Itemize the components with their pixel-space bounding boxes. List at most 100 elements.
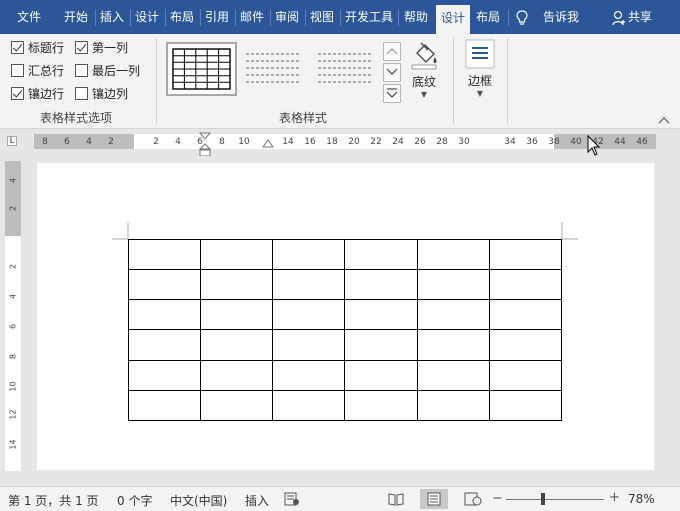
zoom-slider-track[interactable] — [506, 499, 604, 500]
ruler-tick-label: 20 — [348, 137, 360, 147]
header-row-checkbox[interactable]: 标题行 — [11, 38, 64, 56]
zoom-level[interactable]: 78% — [628, 492, 655, 506]
tab-file[interactable]: 文件 — [6, 7, 52, 28]
table-cell[interactable] — [200, 359, 274, 391]
web-layout-icon[interactable] — [464, 492, 482, 506]
table-cell[interactable] — [127, 269, 202, 301]
table-cell[interactable] — [488, 389, 563, 422]
tab-view[interactable]: 视图 — [306, 7, 338, 28]
tab-table-design[interactable]: 设计 — [436, 5, 470, 34]
table-cell[interactable] — [200, 269, 274, 301]
vertical-ruler-tick-label: 10 — [8, 381, 18, 392]
document-table[interactable] — [127, 238, 563, 422]
table-cell[interactable] — [344, 299, 418, 331]
tab-home[interactable]: 开始 — [60, 7, 92, 28]
word-count[interactable]: 0 个字 — [117, 492, 152, 509]
table-cell[interactable] — [344, 329, 418, 361]
tab-table-design-label: 设计 — [440, 11, 465, 25]
table-cell[interactable] — [344, 238, 418, 271]
zoom-out-icon[interactable]: − — [492, 491, 503, 506]
table-cell[interactable] — [488, 269, 563, 301]
share-button[interactable]: 共享 — [628, 7, 652, 28]
tab-insert[interactable]: 插入 — [96, 7, 128, 28]
gallery-more-button[interactable] — [383, 84, 401, 103]
plain-table-style-icon — [246, 53, 300, 83]
table-cell[interactable] — [416, 269, 490, 301]
ruler-tick-label: 24 — [392, 137, 404, 147]
tab-references[interactable]: 引用 — [201, 7, 233, 28]
collapse-ribbon-icon[interactable] — [658, 116, 670, 124]
shading-button[interactable]: 底纹 ▼ — [406, 38, 442, 104]
table-cell[interactable] — [344, 269, 418, 301]
table-cell[interactable] — [200, 299, 274, 331]
table-cell[interactable] — [127, 389, 202, 422]
zoom-in-icon[interactable]: + — [609, 490, 620, 505]
table-cell[interactable] — [416, 329, 490, 361]
indent-marker-icon[interactable] — [199, 132, 211, 158]
tab-mailings[interactable]: 邮件 — [236, 7, 268, 28]
total-row-checkbox[interactable]: 汇总行 — [11, 61, 64, 79]
tab-review[interactable]: 审阅 — [271, 7, 303, 28]
tab-table-layout[interactable]: 布局 — [471, 7, 505, 28]
table-cell[interactable] — [344, 389, 418, 422]
table-cell[interactable] — [272, 389, 346, 422]
tab-layout[interactable]: 布局 — [166, 7, 198, 28]
zoom-slider-thumb[interactable] — [541, 493, 545, 505]
table-cell[interactable] — [416, 238, 490, 271]
table-cell[interactable] — [488, 238, 563, 271]
language-indicator[interactable]: 中文(中国) — [170, 492, 227, 509]
table-style-grid-selected[interactable] — [166, 42, 237, 96]
table-cell[interactable] — [416, 299, 490, 331]
macro-record-icon[interactable] — [284, 492, 300, 506]
table-cell[interactable] — [127, 238, 202, 271]
right-indent-marker-icon[interactable] — [262, 138, 274, 150]
vertical-ruler-tick-label: 4 — [8, 293, 18, 300]
vertical-ruler-tick-label: 14 — [8, 439, 18, 450]
tab-developer[interactable]: 开发工具 — [341, 7, 397, 28]
table-cell[interactable] — [344, 359, 418, 391]
table-cell[interactable] — [488, 329, 563, 361]
banded-rows-checkbox[interactable]: 镶边行 — [11, 84, 64, 102]
insert-mode[interactable]: 插入 — [245, 492, 269, 509]
table-cell[interactable] — [416, 389, 490, 422]
table-cell[interactable] — [200, 329, 274, 361]
table-row — [127, 269, 563, 301]
ruler-tick-label: 8 — [42, 137, 48, 147]
table-cell[interactable] — [272, 269, 346, 301]
banded-rows-label: 镶边行 — [28, 86, 65, 101]
print-layout-button[interactable] — [420, 489, 448, 509]
table-cell[interactable] — [488, 359, 563, 391]
ruler-tick-label: 2 — [153, 137, 159, 147]
table-cell[interactable] — [127, 359, 202, 391]
borders-button[interactable]: 边框 ▼ — [462, 38, 498, 104]
tab-help[interactable]: 帮助 — [399, 7, 433, 28]
table-cell[interactable] — [416, 359, 490, 391]
table-row — [127, 389, 563, 422]
tell-me-box[interactable]: 告诉我 — [543, 7, 579, 28]
read-mode-icon[interactable] — [388, 492, 404, 506]
last-column-checkbox[interactable]: 最后一列 — [75, 61, 140, 79]
table-cell[interactable] — [200, 389, 274, 422]
first-column-checkbox[interactable]: 第一列 — [75, 38, 128, 56]
table-cell[interactable] — [272, 359, 346, 391]
gallery-scroll-up-button[interactable] — [383, 42, 401, 61]
group-separator — [156, 38, 157, 124]
table-row — [127, 359, 563, 391]
table-style-plain-1[interactable] — [242, 44, 304, 94]
table-style-plain-2[interactable] — [314, 44, 376, 94]
table-cell[interactable] — [272, 299, 346, 331]
vertical-ruler-tick-label: 6 — [8, 323, 18, 330]
table-cell[interactable] — [127, 329, 202, 361]
tab-design[interactable]: 设计 — [131, 7, 163, 28]
table-cell[interactable] — [127, 299, 202, 331]
table-cell[interactable] — [488, 299, 563, 331]
banded-columns-checkbox[interactable]: 镶边列 — [75, 84, 128, 102]
tab-selector-icon[interactable]: L — [7, 136, 17, 146]
gallery-scroll-down-button[interactable] — [383, 63, 401, 82]
dropdown-caret-icon: ▼ — [476, 89, 484, 98]
page-count[interactable]: 第 1 页，共 1 页 — [8, 492, 99, 509]
table-cell[interactable] — [272, 238, 346, 271]
table-row — [127, 299, 563, 331]
table-cell[interactable] — [200, 238, 274, 271]
table-cell[interactable] — [272, 329, 346, 361]
